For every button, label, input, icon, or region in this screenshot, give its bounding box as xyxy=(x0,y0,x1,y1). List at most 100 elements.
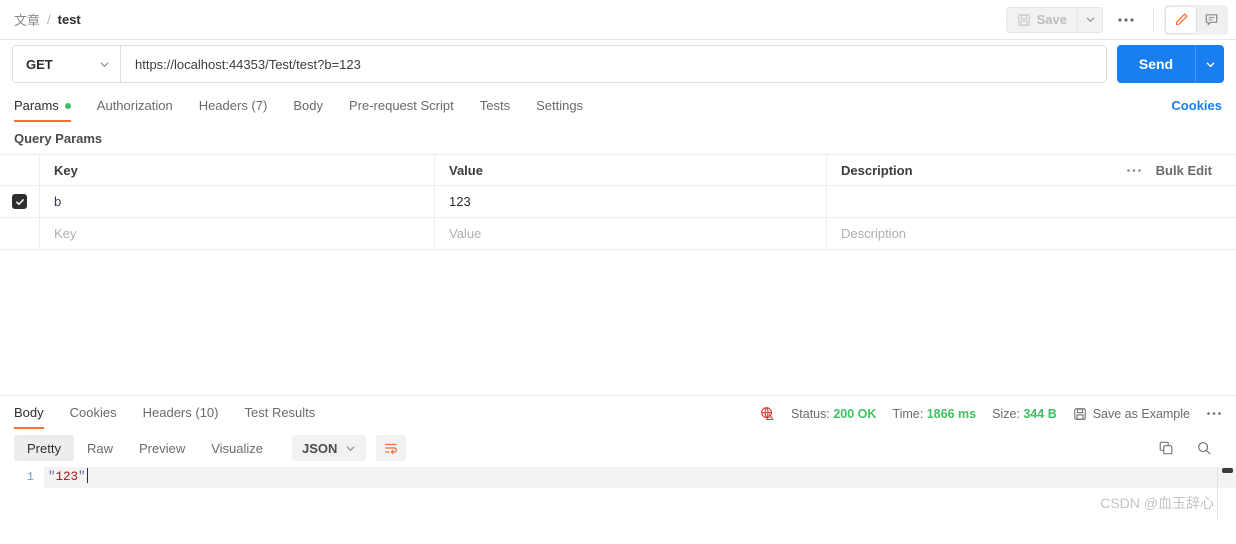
view-preview-button[interactable]: Preview xyxy=(126,435,198,461)
param-key-input[interactable]: b xyxy=(40,186,435,217)
cookies-link[interactable]: Cookies xyxy=(1171,98,1222,122)
status-badge: Status: 200 OK xyxy=(791,407,877,421)
tab-tests[interactable]: Tests xyxy=(480,98,510,122)
size-value: 344 B xyxy=(1023,406,1057,421)
top-bar-actions: Save xyxy=(1005,4,1228,35)
postman-request-window: 文章 / test Save GET https://localhost:443… xyxy=(0,0,1236,544)
send-dropdown-button[interactable] xyxy=(1195,45,1224,83)
row-checkbox-cell xyxy=(0,186,40,217)
chevron-down-icon xyxy=(347,446,355,451)
save-button[interactable]: Save xyxy=(1005,6,1077,33)
edit-mode-button[interactable] xyxy=(1166,6,1196,33)
view-toggle-group xyxy=(1164,4,1228,35)
response-tab-test-results[interactable]: Test Results xyxy=(244,405,315,429)
response-format-value: JSON xyxy=(302,440,338,456)
response-tab-headers[interactable]: Headers (10) xyxy=(143,405,219,429)
editor-line[interactable]: 1 "123" xyxy=(0,467,1236,488)
save-button-label: Save xyxy=(1036,12,1067,27)
json-quote-open: " xyxy=(48,470,56,484)
ellipsis-icon xyxy=(1207,412,1221,415)
chevron-down-icon xyxy=(1206,61,1214,67)
copy-icon xyxy=(1159,441,1173,455)
new-param-description-input[interactable]: Description xyxy=(827,218,1236,249)
tab-body[interactable]: Body xyxy=(293,98,323,122)
copy-button[interactable] xyxy=(1158,440,1174,456)
tab-authorization[interactable]: Authorization xyxy=(97,98,173,122)
response-tab-test-results-label: Test Results xyxy=(244,405,316,420)
save-dropdown-button[interactable] xyxy=(1077,6,1103,33)
floppy-icon xyxy=(1073,407,1087,421)
query-params-title: Query Params xyxy=(14,131,103,146)
new-param-value-input[interactable]: Value xyxy=(435,218,827,249)
tab-pre-request-script[interactable]: Pre-request Script xyxy=(349,98,454,122)
response-body-toolbar: Pretty Raw Preview Visualize JSON xyxy=(0,429,1236,467)
tab-tests-label: Tests xyxy=(479,98,511,113)
view-pretty-button[interactable]: Pretty xyxy=(14,435,74,461)
response-more-button[interactable] xyxy=(1206,411,1222,416)
response-tab-cookies-label: Cookies xyxy=(69,405,117,420)
tab-params[interactable]: Params xyxy=(14,98,71,122)
word-wrap-icon xyxy=(385,443,398,455)
param-enabled-checkbox[interactable] xyxy=(12,194,27,209)
http-method-value: GET xyxy=(26,56,53,72)
check-icon xyxy=(15,198,24,205)
table-header-tools: Bulk Edit xyxy=(1126,163,1226,178)
ssl-warning-icon[interactable] xyxy=(760,406,775,421)
params-active-dot-icon xyxy=(64,102,71,109)
tab-headers[interactable]: Headers (7) xyxy=(199,98,268,122)
editor-code-line[interactable]: "123" xyxy=(44,467,1236,488)
send-button-group: Send xyxy=(1117,45,1224,83)
search-icon xyxy=(1198,442,1211,455)
breadcrumb-separator: / xyxy=(47,12,51,27)
text-cursor xyxy=(86,468,88,483)
url-input[interactable]: https://localhost:44353/Test/test?b=123 xyxy=(120,45,1107,83)
json-string-value: 123 xyxy=(55,470,79,484)
param-value-input[interactable]: 123 xyxy=(435,186,827,217)
header-key: Key xyxy=(40,155,435,185)
pencil-icon xyxy=(1175,13,1188,26)
param-description-input[interactable] xyxy=(827,186,1236,217)
comment-mode-button[interactable] xyxy=(1196,7,1226,33)
view-visualize-button[interactable]: Visualize xyxy=(198,435,276,461)
response-body-editor[interactable]: 1 "123" CSDN @血玉辞心 xyxy=(0,467,1236,519)
breadcrumb-request-name[interactable]: test xyxy=(58,12,81,27)
new-param-key-input[interactable]: Key xyxy=(40,218,435,249)
comment-icon xyxy=(1205,14,1217,26)
save-as-example-button[interactable]: Save as Example xyxy=(1073,407,1190,421)
header-description: Description xyxy=(841,162,913,178)
response-tab-body[interactable]: Body xyxy=(14,405,44,429)
table-more-button[interactable] xyxy=(1126,168,1142,173)
bulk-edit-button[interactable]: Bulk Edit xyxy=(1156,163,1212,178)
word-wrap-button[interactable] xyxy=(376,435,407,461)
status-value: 200 OK xyxy=(833,406,877,421)
line-number: 1 xyxy=(0,467,44,488)
editor-scroll-track xyxy=(1217,467,1218,519)
editor-scrollbar-thumb[interactable] xyxy=(1222,468,1233,473)
http-method-select[interactable]: GET xyxy=(12,45,120,83)
tab-settings-label: Settings xyxy=(536,98,584,113)
tab-authorization-label: Authorization xyxy=(96,98,173,113)
breadcrumb-folder[interactable]: 文章 xyxy=(14,10,40,29)
response-body-tools-right xyxy=(1158,440,1222,456)
time-value: 1866 ms xyxy=(926,406,977,421)
response-format-select[interactable]: JSON xyxy=(292,435,367,461)
header-description-cell: Description Bulk Edit xyxy=(827,155,1236,185)
response-tab-cookies[interactable]: Cookies xyxy=(70,405,117,429)
send-button[interactable]: Send xyxy=(1117,45,1195,83)
table-header-row: Key Value Description Bulk Edit xyxy=(0,155,1236,186)
header-value: Value xyxy=(435,155,827,185)
save-as-example-label: Save as Example xyxy=(1092,406,1190,421)
watermark: CSDN @血玉辞心 xyxy=(1100,495,1214,511)
more-options-button[interactable] xyxy=(1109,7,1143,33)
request-body-empty-area xyxy=(0,250,1236,395)
table-row-empty[interactable]: Key Value Description xyxy=(0,218,1236,250)
search-button[interactable] xyxy=(1196,440,1212,456)
view-raw-button[interactable]: Raw xyxy=(74,435,126,461)
tab-params-label: Params xyxy=(14,98,59,113)
tab-settings[interactable]: Settings xyxy=(536,98,583,122)
tab-pre-request-script-label: Pre-request Script xyxy=(348,98,454,113)
response-view-segmented: Pretty Raw Preview Visualize xyxy=(14,435,276,461)
query-params-table: Key Value Description Bulk Edit b 123 Ke… xyxy=(0,154,1236,250)
response-tab-headers-label: Headers (10) xyxy=(142,405,219,420)
table-row[interactable]: b 123 xyxy=(0,186,1236,218)
